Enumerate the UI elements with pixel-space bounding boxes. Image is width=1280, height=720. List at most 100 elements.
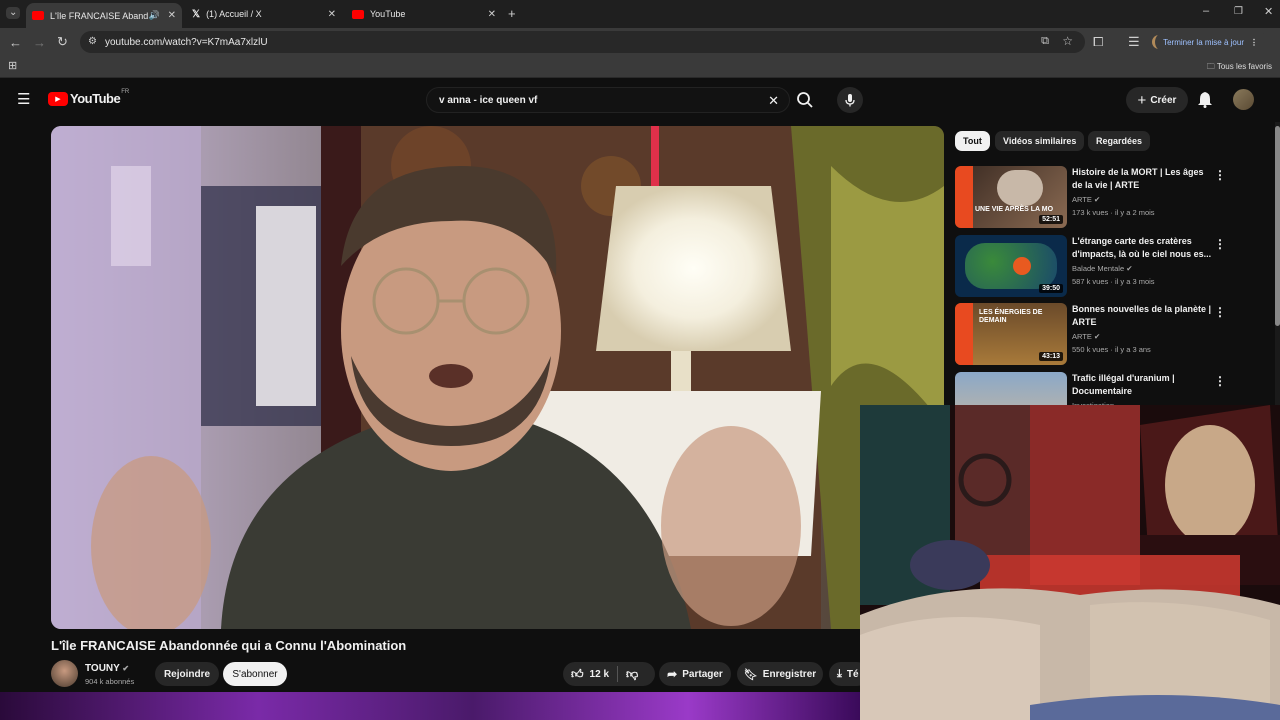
x-logo-icon: 𝕏 — [192, 8, 201, 20]
channel-avatar[interactable] — [51, 660, 78, 687]
create-button[interactable]: + Créer — [1126, 87, 1188, 113]
bookmark-star-icon[interactable]: ☆ — [1062, 34, 1073, 48]
back-icon[interactable]: ← — [9, 36, 22, 49]
tab-youtube[interactable]: YouTube ✕ — [346, 3, 502, 25]
chip-label: Regardées — [1096, 136, 1143, 146]
browser-toolbar: ← → ↻ ⚙ youtube.com/watch?v=K7mAa7xlzlU … — [0, 28, 1280, 56]
video-thumbnail: 39:50 — [955, 235, 1067, 297]
more-vert-icon[interactable]: ⋮ — [1214, 168, 1226, 182]
forward-icon[interactable]: → — [33, 36, 46, 49]
youtube-logo[interactable]: ▶ YouTube FR — [48, 88, 130, 106]
like-button[interactable]: 👍︎ 12 k — [571, 667, 609, 682]
site-info-icon[interactable]: ⚙ — [88, 36, 97, 47]
video-thumbnail: UNE VIE APRÈS LA MO 52:51 — [955, 166, 1067, 228]
reading-list-icon[interactable]: ☰ — [1128, 35, 1140, 48]
world-map-icon — [965, 243, 1057, 289]
chip-label: Tout — [963, 136, 982, 146]
webcam-overlay — [860, 405, 1280, 720]
logo-text: YouTube — [70, 91, 121, 106]
filter-chip-similar[interactable]: Vidéos similaires — [995, 131, 1085, 151]
tab-label: (1) Accueil / X — [206, 9, 262, 19]
minimize-icon[interactable]: – — [1203, 6, 1209, 17]
tab-video[interactable]: L'île FRANCAISE Abandonné 🔊 ✕ — [26, 3, 182, 28]
all-bookmarks[interactable]: 🗀 Tous les favoris — [1207, 61, 1272, 75]
join-button[interactable]: Rejoindre — [155, 662, 219, 686]
arte-logo-icon — [955, 166, 973, 228]
address-bar[interactable]: ⚙ youtube.com/watch?v=K7mAa7xlzlU ⧉ ☆ — [80, 31, 1085, 53]
new-tab-icon[interactable]: + — [508, 7, 516, 20]
account-avatar[interactable] — [1233, 89, 1254, 110]
tab-label: YouTube — [370, 9, 406, 19]
more-vert-icon[interactable]: ⋮ — [1214, 237, 1226, 251]
save-label: Enregistrer — [762, 668, 817, 680]
all-bookmarks-label: Tous les favoris — [1216, 62, 1272, 71]
save-button[interactable]: 🔖︎ Enregistrer — [737, 662, 823, 686]
thumbs-down-icon[interactable]: 👎︎ — [626, 667, 638, 682]
recommendation-item[interactable]: 39:50 L'étrange carte des cratères d'imp… — [955, 235, 1275, 297]
verified-icon: ✔ — [122, 664, 130, 673]
reload-icon[interactable]: ↻ — [57, 35, 68, 48]
clear-search-icon[interactable]: ✕ — [768, 93, 779, 109]
more-vert-icon[interactable]: ⋮ — [1214, 374, 1226, 388]
video-frame — [51, 126, 944, 629]
update-label: Terminer la mise à jour — [1163, 37, 1244, 47]
more-vert-icon[interactable]: ⋮ — [1214, 305, 1226, 319]
search-value: v anna - ice queen vf — [439, 94, 538, 106]
close-tab-icon[interactable]: ✕ — [168, 10, 176, 21]
recommendation-channel: ARTE ✔ — [1072, 195, 1100, 204]
region-code: FR — [121, 88, 130, 95]
hamburger-menu-icon[interactable]: ☰ — [17, 92, 30, 107]
more-vert-icon: ⋮ — [1250, 37, 1258, 47]
search-input[interactable]: v anna - ice queen vf ✕ — [426, 87, 790, 113]
share-label: Partager — [682, 668, 723, 680]
search-icon[interactable] — [796, 91, 814, 109]
update-button[interactable]: Terminer la mise à jour ⋮ — [1155, 32, 1268, 52]
webcam-frame — [860, 405, 1280, 720]
youtube-favicon-icon — [352, 9, 364, 19]
plus-icon: + — [1137, 91, 1147, 109]
duration-badge: 43:13 — [1039, 352, 1063, 361]
channel-name-text: TOUNY — [85, 663, 120, 674]
scrollbar-track[interactable] — [1275, 122, 1280, 405]
video-title: L'île FRANCAISE Abandonnée qui a Connu l… — [51, 638, 407, 653]
share-icon: ➦ — [667, 667, 678, 681]
thumbnail-text: UNE VIE APRÈS LA MO — [975, 206, 1054, 213]
subscriber-count: 904 k abonnés — [85, 677, 135, 686]
notifications-bell-icon[interactable] — [1197, 91, 1213, 113]
close-tab-icon[interactable]: ✕ — [328, 9, 336, 20]
window-close-icon[interactable]: ✕ — [1264, 7, 1273, 18]
channel-text: ARTE — [1072, 195, 1092, 204]
recommendation-meta: 173 k vues · il y a 2 mois — [1072, 208, 1155, 217]
recommendation-item[interactable]: UNE VIE APRÈS LA MO 52:51 Histoire de la… — [955, 166, 1275, 228]
description-preview[interactable] — [0, 692, 860, 720]
channel-text: Balade Mentale — [1072, 264, 1125, 273]
recommendation-title: L'étrange carte des cratères d'impacts, … — [1072, 236, 1212, 259]
subscribe-button[interactable]: S'abonner — [223, 662, 287, 686]
scrollbar-thumb[interactable] — [1275, 126, 1280, 326]
channel-name[interactable]: TOUNY ✔ — [85, 663, 129, 674]
tab-search-icon[interactable]: ⌄ — [6, 7, 21, 19]
filter-chip-all[interactable]: Tout — [955, 131, 990, 151]
tab-x[interactable]: 𝕏 (1) Accueil / X ✕ — [186, 3, 342, 25]
recommendation-channel: Balade Mentale ✔ — [1072, 264, 1133, 273]
close-tab-icon[interactable]: ✕ — [488, 9, 496, 20]
duration-badge: 39:50 — [1039, 284, 1063, 293]
youtube-header: ☰ ▶ YouTube FR v anna - ice queen vf ✕ +… — [0, 78, 1280, 122]
microphone-icon[interactable] — [837, 87, 863, 113]
filter-chip-watched[interactable]: Regardées — [1088, 131, 1151, 151]
maximize-icon[interactable]: ❐ — [1234, 7, 1243, 17]
share-button[interactable]: ➦ Partager — [659, 662, 731, 686]
extensions-icon[interactable]: ⧠ — [1093, 35, 1103, 48]
recommendation-title: Histoire de la MORT | Les âges de la vie… — [1072, 167, 1204, 190]
recommendation-title: Trafic illégal d'uranium | Documentaire — [1072, 373, 1175, 396]
verified-icon: ✔ — [1093, 332, 1101, 341]
apps-grid-icon[interactable]: ⊞ — [8, 61, 17, 72]
youtube-play-icon: ▶ — [48, 91, 68, 106]
install-icon[interactable]: ⧉ — [1041, 35, 1049, 48]
recommendation-item[interactable]: LES ÉNERGIES DE DEMAIN 43:13 Bonnes nouv… — [955, 303, 1275, 365]
impact-dot-icon — [1013, 257, 1031, 275]
video-player[interactable] — [51, 126, 944, 629]
thumbnail-text: LES ÉNERGIES DE DEMAIN — [979, 309, 1043, 324]
bookmark-icon: 🔖︎ — [743, 668, 758, 681]
like-dislike-group: 👍︎ 12 k 👎︎ — [563, 662, 655, 686]
